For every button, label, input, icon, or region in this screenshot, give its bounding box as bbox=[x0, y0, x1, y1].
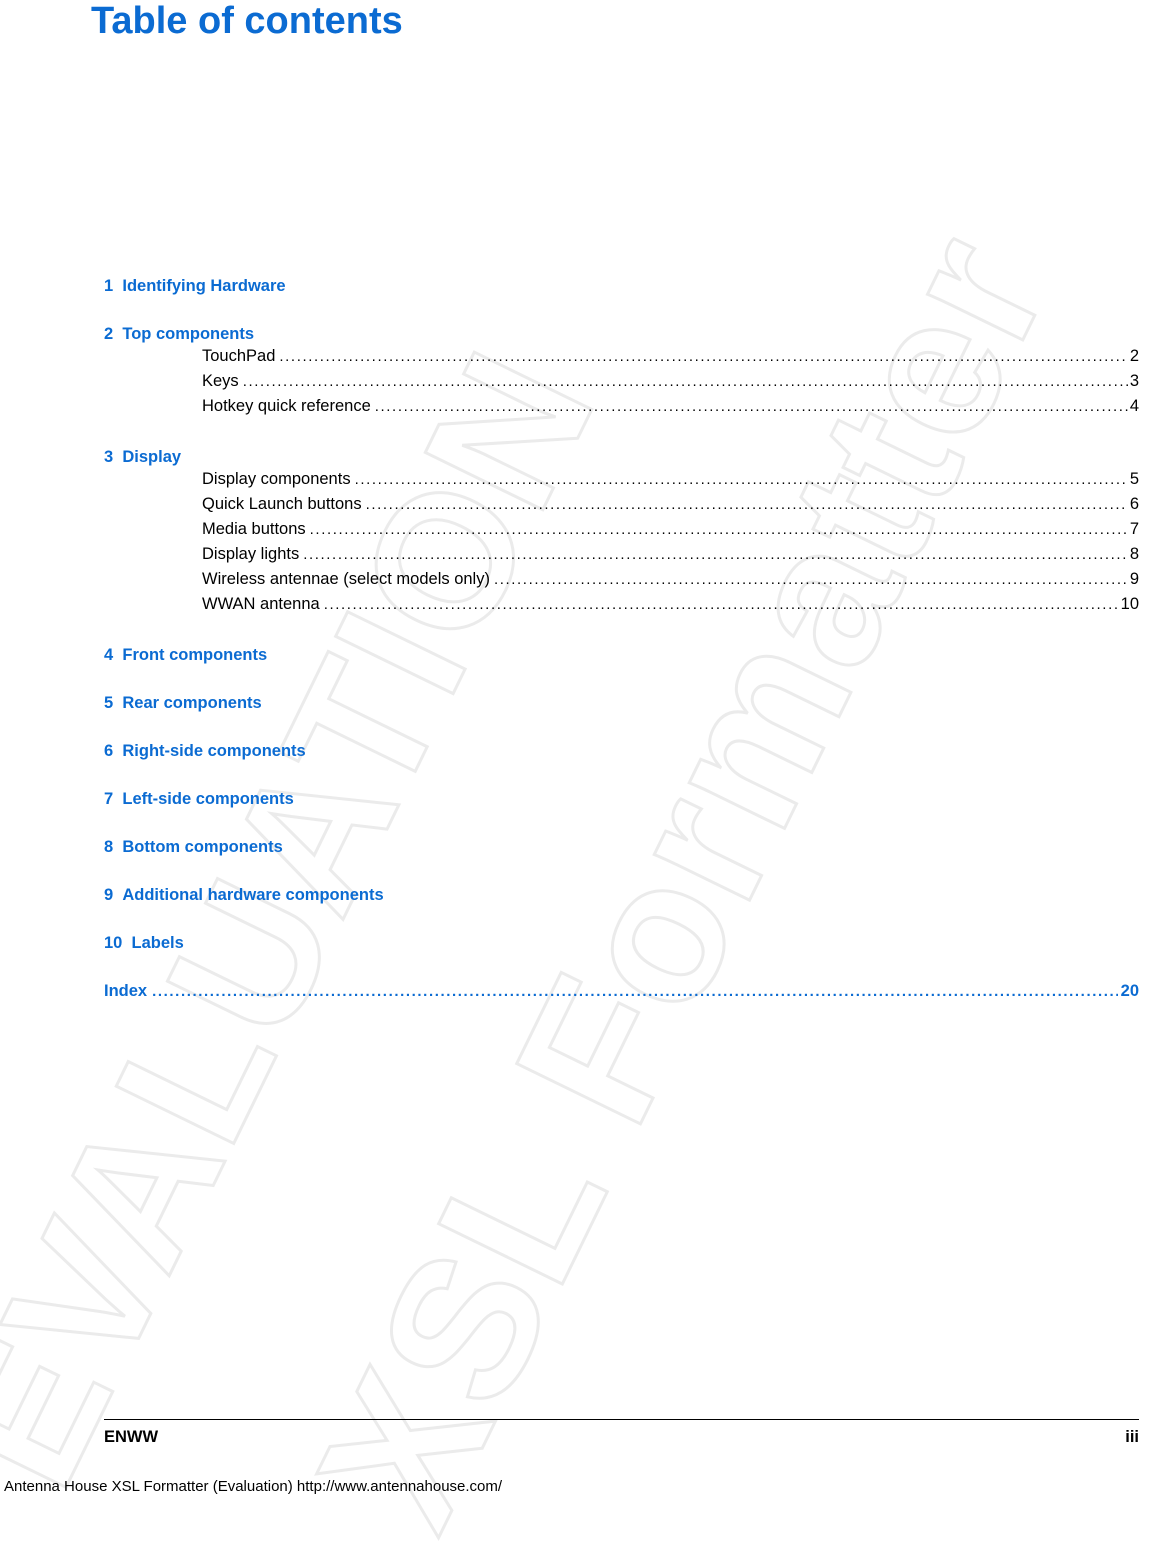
leader-dots: ........................................… bbox=[309, 521, 1128, 538]
toc-entry-page: 4 bbox=[1129, 397, 1139, 415]
toc-entry-page: 7 bbox=[1129, 520, 1139, 538]
footer-divider bbox=[104, 1419, 1139, 1420]
chapter-title: Labels bbox=[131, 934, 184, 952]
toc-entry-label: Quick Launch buttons bbox=[202, 495, 362, 513]
chapter-number: 6 bbox=[104, 742, 114, 760]
toc-entry-label: Display lights bbox=[202, 545, 300, 563]
chapter-number: 7 bbox=[104, 790, 114, 808]
toc-chapter-10[interactable]: 10 Labels bbox=[104, 934, 1139, 953]
chapter-number: 1 bbox=[104, 277, 114, 295]
toc-entry-page: 3 bbox=[1129, 372, 1139, 390]
toc-chapter-8[interactable]: 8 Bottom components bbox=[104, 838, 1139, 857]
toc-entry[interactable]: TouchPad ...............................… bbox=[202, 344, 1139, 369]
toc-entry-label: WWAN antenna bbox=[202, 595, 320, 613]
chapter-title: Rear components bbox=[122, 694, 262, 712]
toc-entry-label: Wireless antennae (select models only) bbox=[202, 570, 490, 588]
toc-chapter-7[interactable]: 7 Left-side components bbox=[104, 790, 1139, 809]
toc-entry[interactable]: Media buttons ..........................… bbox=[202, 517, 1139, 542]
chapter-title: Left-side components bbox=[122, 790, 294, 808]
chapter-number: 8 bbox=[104, 838, 114, 856]
toc-entry[interactable]: Display components .....................… bbox=[202, 467, 1139, 492]
toc-chapter-9[interactable]: 9 Additional hardware components bbox=[104, 886, 1139, 905]
page-content: Table of contents 1 Identifying Hardware… bbox=[0, 0, 1155, 1511]
page-title: Table of contents bbox=[91, 0, 403, 42]
chapter-number: 3 bbox=[104, 448, 114, 466]
leader-dots: ........................................… bbox=[365, 496, 1128, 513]
leader-dots: ........................................… bbox=[242, 373, 1128, 390]
toc-chapter-3[interactable]: 3 Display bbox=[104, 448, 1139, 467]
toc-entry-page: 8 bbox=[1129, 545, 1139, 563]
chapter-title: Additional hardware components bbox=[122, 886, 384, 904]
chapter-title: Bottom components bbox=[122, 838, 283, 856]
toc-entry[interactable]: Display lights .........................… bbox=[202, 542, 1139, 567]
toc-chapter-4[interactable]: 4 Front components bbox=[104, 646, 1139, 665]
table-of-contents: 1 Identifying Hardware 2 Top components … bbox=[104, 277, 1139, 1001]
leader-dots: ........................................… bbox=[374, 398, 1128, 415]
toc-entry[interactable]: Quick Launch buttons ...................… bbox=[202, 492, 1139, 517]
toc-entry-page: 10 bbox=[1120, 595, 1139, 613]
toc-entry-label: Display components bbox=[202, 470, 351, 488]
chapter-number: 5 bbox=[104, 694, 114, 712]
toc-entry[interactable]: Wireless antennae (select models only) .… bbox=[202, 567, 1139, 592]
toc-chapter-1[interactable]: 1 Identifying Hardware bbox=[104, 277, 1139, 296]
chapter-title: Top components bbox=[122, 325, 255, 343]
index-page: 20 bbox=[1120, 982, 1139, 1000]
toc-entry-page: 5 bbox=[1129, 470, 1139, 488]
chapter-title: Display bbox=[122, 448, 182, 466]
toc-chapter-2[interactable]: 2 Top components bbox=[104, 325, 1139, 344]
index-label: Index bbox=[104, 982, 148, 1000]
toc-index-entry[interactable]: Index ..................................… bbox=[104, 982, 1139, 1001]
chapter-title: Front components bbox=[122, 646, 268, 664]
toc-entry-page: 6 bbox=[1129, 495, 1139, 513]
toc-chapter-5[interactable]: 5 Rear components bbox=[104, 694, 1139, 713]
toc-entry-label: Media buttons bbox=[202, 520, 306, 538]
chapter-title: Identifying Hardware bbox=[122, 277, 286, 295]
chapter-number: 10 bbox=[104, 934, 123, 952]
leader-dots: ........................................… bbox=[152, 983, 1118, 1000]
toc-entry[interactable]: Hotkey quick reference .................… bbox=[202, 394, 1139, 419]
leader-dots: ........................................… bbox=[279, 348, 1128, 365]
toc-entry[interactable]: Keys ...................................… bbox=[202, 369, 1139, 394]
toc-entry-page: 2 bbox=[1129, 347, 1139, 365]
toc-entry-label: Hotkey quick reference bbox=[202, 397, 371, 415]
leader-dots: ........................................… bbox=[303, 546, 1128, 563]
toc-entry-label: TouchPad bbox=[202, 347, 276, 365]
toc-entry-label: Keys bbox=[202, 372, 239, 390]
leader-dots: ........................................… bbox=[493, 571, 1128, 588]
evaluation-notice: Antenna House XSL Formatter (Evaluation)… bbox=[4, 1478, 503, 1495]
chapter-number: 4 bbox=[104, 646, 114, 664]
leader-dots: ........................................… bbox=[323, 596, 1119, 613]
toc-entry[interactable]: WWAN antenna ...........................… bbox=[202, 592, 1139, 617]
chapter-number: 2 bbox=[104, 325, 114, 343]
toc-entry-page: 9 bbox=[1129, 570, 1139, 588]
toc-chapter-6[interactable]: 6 Right-side components bbox=[104, 742, 1139, 761]
document-page: EVALUATION XSL Formatter Table of conten… bbox=[0, 0, 1155, 1560]
page-number: iii bbox=[1125, 1428, 1139, 1446]
chapter-title: Right-side components bbox=[122, 742, 306, 760]
leader-dots: ........................................… bbox=[354, 471, 1128, 488]
chapter-number: 9 bbox=[104, 886, 114, 904]
footer-locale: ENWW bbox=[104, 1428, 159, 1446]
